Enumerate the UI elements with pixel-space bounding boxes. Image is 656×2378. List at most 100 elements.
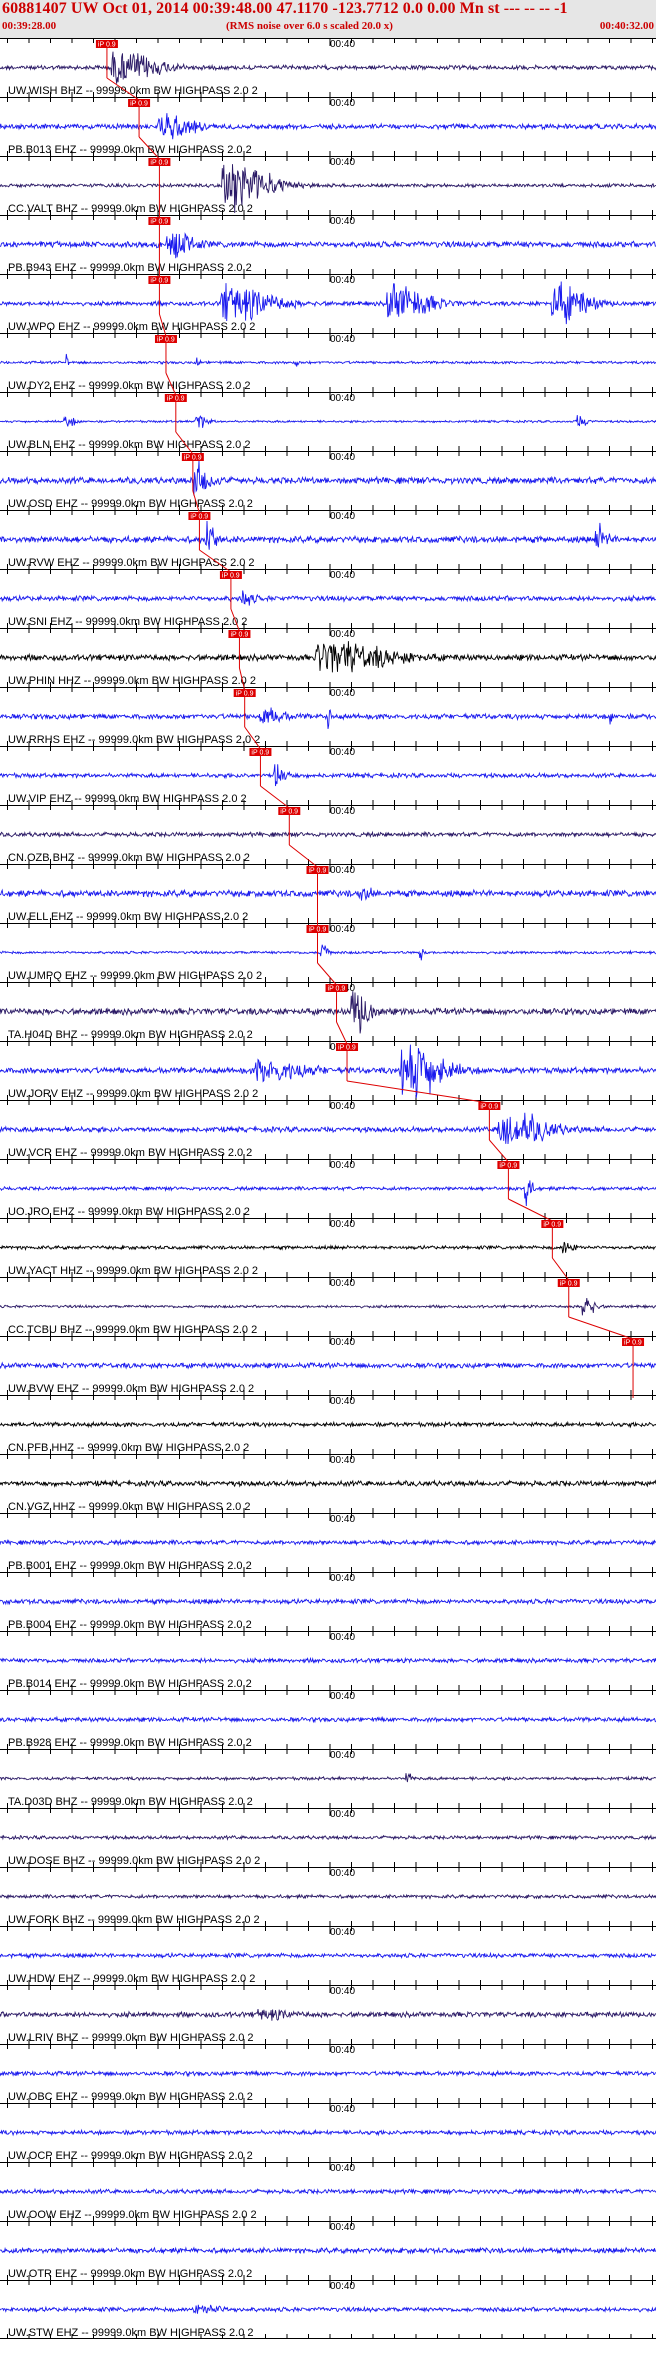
channel-label: UW.PHIN HHZ -- 99999.0km BW HIGHPASS 2.0… xyxy=(8,675,256,687)
pick-label: iP 0.9 xyxy=(222,573,240,580)
waveform-trace xyxy=(0,460,656,496)
waveform-trace xyxy=(0,590,656,606)
waveform-trace xyxy=(0,1597,656,1606)
waveform-trace xyxy=(0,1361,656,1370)
time-tick-label: 00:40 xyxy=(330,1278,355,1289)
pick-line xyxy=(336,1021,348,1045)
channel-label: PB.B943 EHZ -- 99999.0km BW HIGHPASS 2.0… xyxy=(8,262,252,274)
time-tick-label: 00:40 xyxy=(330,511,355,522)
time-tick-label: 00:40 xyxy=(330,2222,355,2233)
time-tick-label: 00:40 xyxy=(330,806,355,817)
channel-label: TA.D03D BHZ -- 99999.0km BW HIGHPASS 2.0… xyxy=(8,1796,253,1808)
channel-label: PB.B013 EHZ -- 99999.0km BW HIGHPASS 2.0… xyxy=(8,144,252,156)
waveform-trace xyxy=(0,1180,656,1207)
channel-label: UW.OBC EHZ -- 99999.0km BW HIGHPASS 2.0 … xyxy=(8,2091,253,2103)
channel-label: UW.STW EHZ -- 99999.0km BW HIGHPASS 2.0 … xyxy=(8,2327,254,2339)
waveform-trace xyxy=(0,2069,656,2078)
time-tick-label: 00:40 xyxy=(330,1632,355,1643)
waveform-trace xyxy=(0,2187,656,2196)
scaling-note: (RMS noise over 6.0 s scaled 20.0 x) xyxy=(226,20,393,32)
time-tick-label: 00:40 xyxy=(330,1396,355,1407)
waveform-trace xyxy=(0,415,656,428)
waveform-trace xyxy=(0,1420,656,1429)
channel-label: UW.OTR EHZ -- 99999.0km BW HIGHPASS 2.0 … xyxy=(8,2268,252,2280)
pick-label: iP 0.9 xyxy=(543,1222,561,1229)
time-tick-label: 00:40 xyxy=(330,216,355,227)
time-tick-label: 00:40 xyxy=(330,334,355,345)
time-tick-label: 00:40 xyxy=(330,1101,355,1112)
channel-label: PB.B001 EHZ -- 99999.0km BW HIGHPASS 2.0… xyxy=(8,1560,252,1572)
pick-line xyxy=(551,1257,570,1281)
channel-label: UW.BLN EHZ -- 99999.0km BW HIGHPASS 2.0 … xyxy=(8,439,250,451)
time-tick-label: 00:40 xyxy=(330,39,355,50)
time-tick-label: 00:40 xyxy=(330,2163,355,2174)
time-tick-label: 00:40 xyxy=(330,2104,355,2115)
waveform-trace xyxy=(0,2246,656,2256)
channel-label: UW.FORK BHZ -- 99999.0km BW HIGHPASS 2.0… xyxy=(8,1914,260,1926)
start-time: 00:39:28.00 xyxy=(2,20,57,32)
waveform-trace xyxy=(0,944,656,961)
waveform-trace xyxy=(0,1834,656,1841)
channel-label: CN.OZB BHZ -- 99999.0km BW HIGHPASS 2.0 … xyxy=(8,852,250,864)
pick-label: iP 0.9 xyxy=(157,337,175,344)
time-tick-label: 00:40 xyxy=(330,2281,355,2292)
channel-label: CC.VALT BHZ -- 99999.0km BW HIGHPASS 2.0… xyxy=(8,203,253,215)
waveform-trace xyxy=(0,1893,656,1900)
channel-label: CN.VGZ HHZ -- 99999.0km BW HIGHPASS 2.0 … xyxy=(8,1501,250,1513)
pick-label: iP 0.9 xyxy=(309,868,327,875)
time-tick-label: 00:40 xyxy=(330,629,355,640)
waveform-trace xyxy=(0,520,656,550)
time-tick-label: 00:40 xyxy=(330,393,355,404)
time-tick-label: 00:40 xyxy=(330,570,355,581)
channel-label: UW.WPO EHZ -- 99999.0km BW HIGHPASS 2.0 … xyxy=(8,321,255,333)
pick-label: iP 0.9 xyxy=(309,927,327,934)
waveform-trace xyxy=(0,353,656,367)
waveform-trace xyxy=(0,707,656,729)
pick-line xyxy=(508,1198,553,1222)
channel-label: UO.JRO EHZ -- 99999.0km BW HIGHPASS 2.0 … xyxy=(8,1206,250,1218)
end-time: 00:40:32.00 xyxy=(599,20,654,32)
pick-label: iP 0.9 xyxy=(280,809,298,816)
pick-label: iP 0.9 xyxy=(167,396,185,403)
time-tick-label: 00:40 xyxy=(330,1160,355,1171)
time-tick-label: 00:40 xyxy=(330,1868,355,1879)
waveform-trace xyxy=(0,232,656,259)
waveform-trace xyxy=(0,2304,656,2314)
time-tick-label: 00:40 xyxy=(330,2045,355,2056)
time-tick-label: 00:40 xyxy=(330,1691,355,1702)
channel-label: UW.OCP EHZ -- 99999.0km BW HIGHPASS 2.0 … xyxy=(8,2150,253,2162)
waveform-trace xyxy=(0,1656,656,1665)
pick-line xyxy=(346,1080,490,1104)
waveform-trace xyxy=(0,2128,656,2137)
pick-label: iP 0.9 xyxy=(560,1281,578,1288)
time-tick-label: 00:40 xyxy=(330,1927,355,1938)
time-tick-label: 00:40 xyxy=(330,1455,355,1466)
channel-label: TA.H04D BHZ -- 99999.0km BW HIGHPASS 2.0… xyxy=(8,1029,253,1041)
waveform-trace xyxy=(0,51,656,84)
pick-label: iP 0.9 xyxy=(624,1340,642,1347)
waveform-trace xyxy=(0,991,656,1034)
channel-label: UW.YACT HHZ -- 99999.0km BW HIGHPASS 2.0… xyxy=(8,1265,258,1277)
waveform-trace xyxy=(0,830,656,839)
channel-label: UW.UMPQ EHZ -- 99999.0km BW HIGHPASS 2.0… xyxy=(8,970,262,982)
event-title: 60881407 UW Oct 01, 2014 00:39:48.00 47.… xyxy=(2,0,568,17)
pick-label: iP 0.9 xyxy=(236,691,254,698)
pick-line xyxy=(317,962,337,986)
channel-label: UW.RRHS EHZ -- 99999.0km BW HIGHPASS 2.0… xyxy=(8,734,260,746)
channel-label: UW.SNI EHZ -- 99999.0km BW HIGHPASS 2.0 … xyxy=(8,616,247,628)
channel-label: UW.ELL EHZ -- 99999.0km BW HIGHPASS 2.0 … xyxy=(8,911,248,923)
pick-label: iP 0.9 xyxy=(480,1104,498,1111)
waveform-trace xyxy=(0,113,656,140)
waveform-trace xyxy=(0,281,656,325)
channel-label: UW.OOW EHZ -- 99999.0km BW HIGHPASS 2.0 … xyxy=(8,2209,257,2221)
pick-label: iP 0.9 xyxy=(150,278,168,285)
channel-label: UW.BVW EHZ -- 99999.0km BW HIGHPASS 2.0 … xyxy=(8,1383,254,1395)
time-tick-label: 00:40 xyxy=(330,1514,355,1525)
waveform-trace xyxy=(0,1298,656,1316)
channel-label: UW.JORV EHZ -- 99999.0km BW HIGHPASS 2.0… xyxy=(8,1088,258,1100)
pick-label: iP 0.9 xyxy=(251,750,269,757)
time-tick-label: 00:40 xyxy=(330,688,355,699)
record-header: 60881407 UW Oct 01, 2014 00:39:48.00 47.… xyxy=(0,0,656,38)
time-tick-label: 00:40 xyxy=(330,1986,355,1997)
time-tick-label: 00:40 xyxy=(330,1337,355,1348)
